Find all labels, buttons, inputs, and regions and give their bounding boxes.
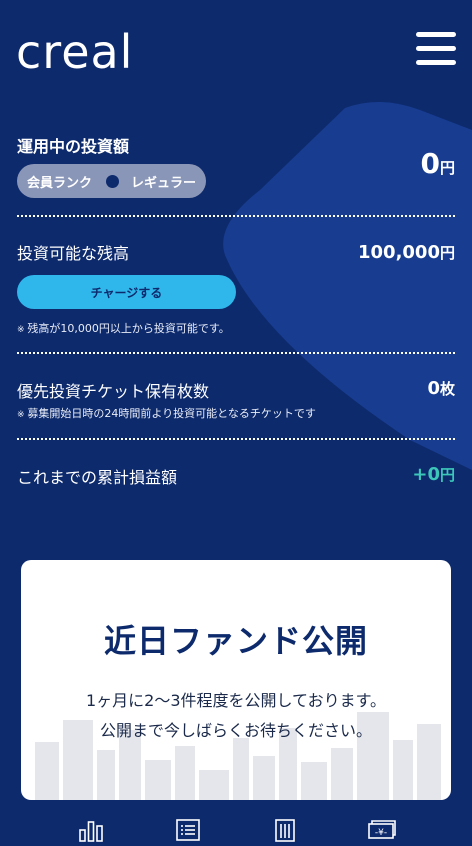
- profit-section: これまでの累計損益額 +0円: [17, 464, 455, 494]
- profit-label: これまでの累計損益額: [17, 468, 178, 487]
- creal-logo[interactable]: creal: [16, 24, 133, 80]
- upcoming-fund-card: 近日ファンド公開 1ヶ月に2〜3件程度を公開しております。 公開まで今しばらくお…: [21, 560, 451, 800]
- rank-label: 会員ランク: [27, 175, 93, 191]
- profit-amount-unit: 円: [439, 466, 455, 484]
- divider: [17, 352, 455, 354]
- tickets-amount-value: 0: [427, 378, 440, 399]
- tickets-section: 優先投資チケット保有枚数 0枚 募集開始日時の24時間前より投資可能となるチケッ…: [17, 378, 455, 428]
- bottom-navigation: -¥-: [21, 808, 451, 846]
- balance-amount-unit: 円: [439, 244, 455, 262]
- rank-value: レギュラー: [131, 175, 197, 191]
- balance-note: 残高が10,000円以上から投資可能です。: [17, 320, 229, 336]
- tickets-amount: 0枚: [427, 378, 455, 399]
- fund-card-title: 近日ファンド公開: [103, 622, 368, 660]
- fund-card-line-2: 公開まで今しばらくお待ちください。: [99, 721, 372, 740]
- member-rank-badge: 会員ランク レギュラー: [17, 164, 207, 198]
- svg-text:-¥-: -¥-: [375, 828, 387, 838]
- balance-amount: 100,000円: [358, 242, 455, 263]
- profit-amount-value: +0: [412, 464, 440, 485]
- investing-label: 運用中の投資額: [17, 137, 130, 156]
- investing-amount: 0円: [421, 147, 456, 180]
- bar-chart-icon[interactable]: [78, 818, 104, 842]
- yen-bill-icon[interactable]: -¥-: [367, 818, 397, 842]
- investing-amount-unit: 円: [439, 159, 455, 177]
- tickets-label: 優先投資チケット保有枚数: [17, 382, 210, 401]
- list-icon[interactable]: [175, 818, 201, 842]
- charge-button[interactable]: チャージする: [17, 275, 236, 309]
- divider: [17, 215, 455, 217]
- building-icon[interactable]: [272, 818, 298, 842]
- balance-section: 投資可能な残高 100,000円 チャージする 残高が10,000円以上から投資…: [17, 240, 455, 340]
- investing-amount-value: 0: [420, 147, 440, 180]
- tickets-amount-unit: 枚: [439, 380, 455, 398]
- tickets-note: 募集開始日時の24時間前より投資可能となるチケットです: [17, 405, 315, 421]
- app-header: creal: [0, 0, 472, 100]
- rank-dot-icon: [106, 174, 120, 188]
- hamburger-menu-icon[interactable]: [416, 32, 456, 66]
- divider: [17, 438, 455, 440]
- balance-amount-value: 100,000: [358, 242, 440, 263]
- fund-card-line-1: 1ヶ月に2〜3件程度を公開しております。: [86, 691, 386, 710]
- profit-amount: +0円: [412, 464, 455, 485]
- investing-section: 運用中の投資額 0円 会員ランク レギュラー: [17, 133, 455, 203]
